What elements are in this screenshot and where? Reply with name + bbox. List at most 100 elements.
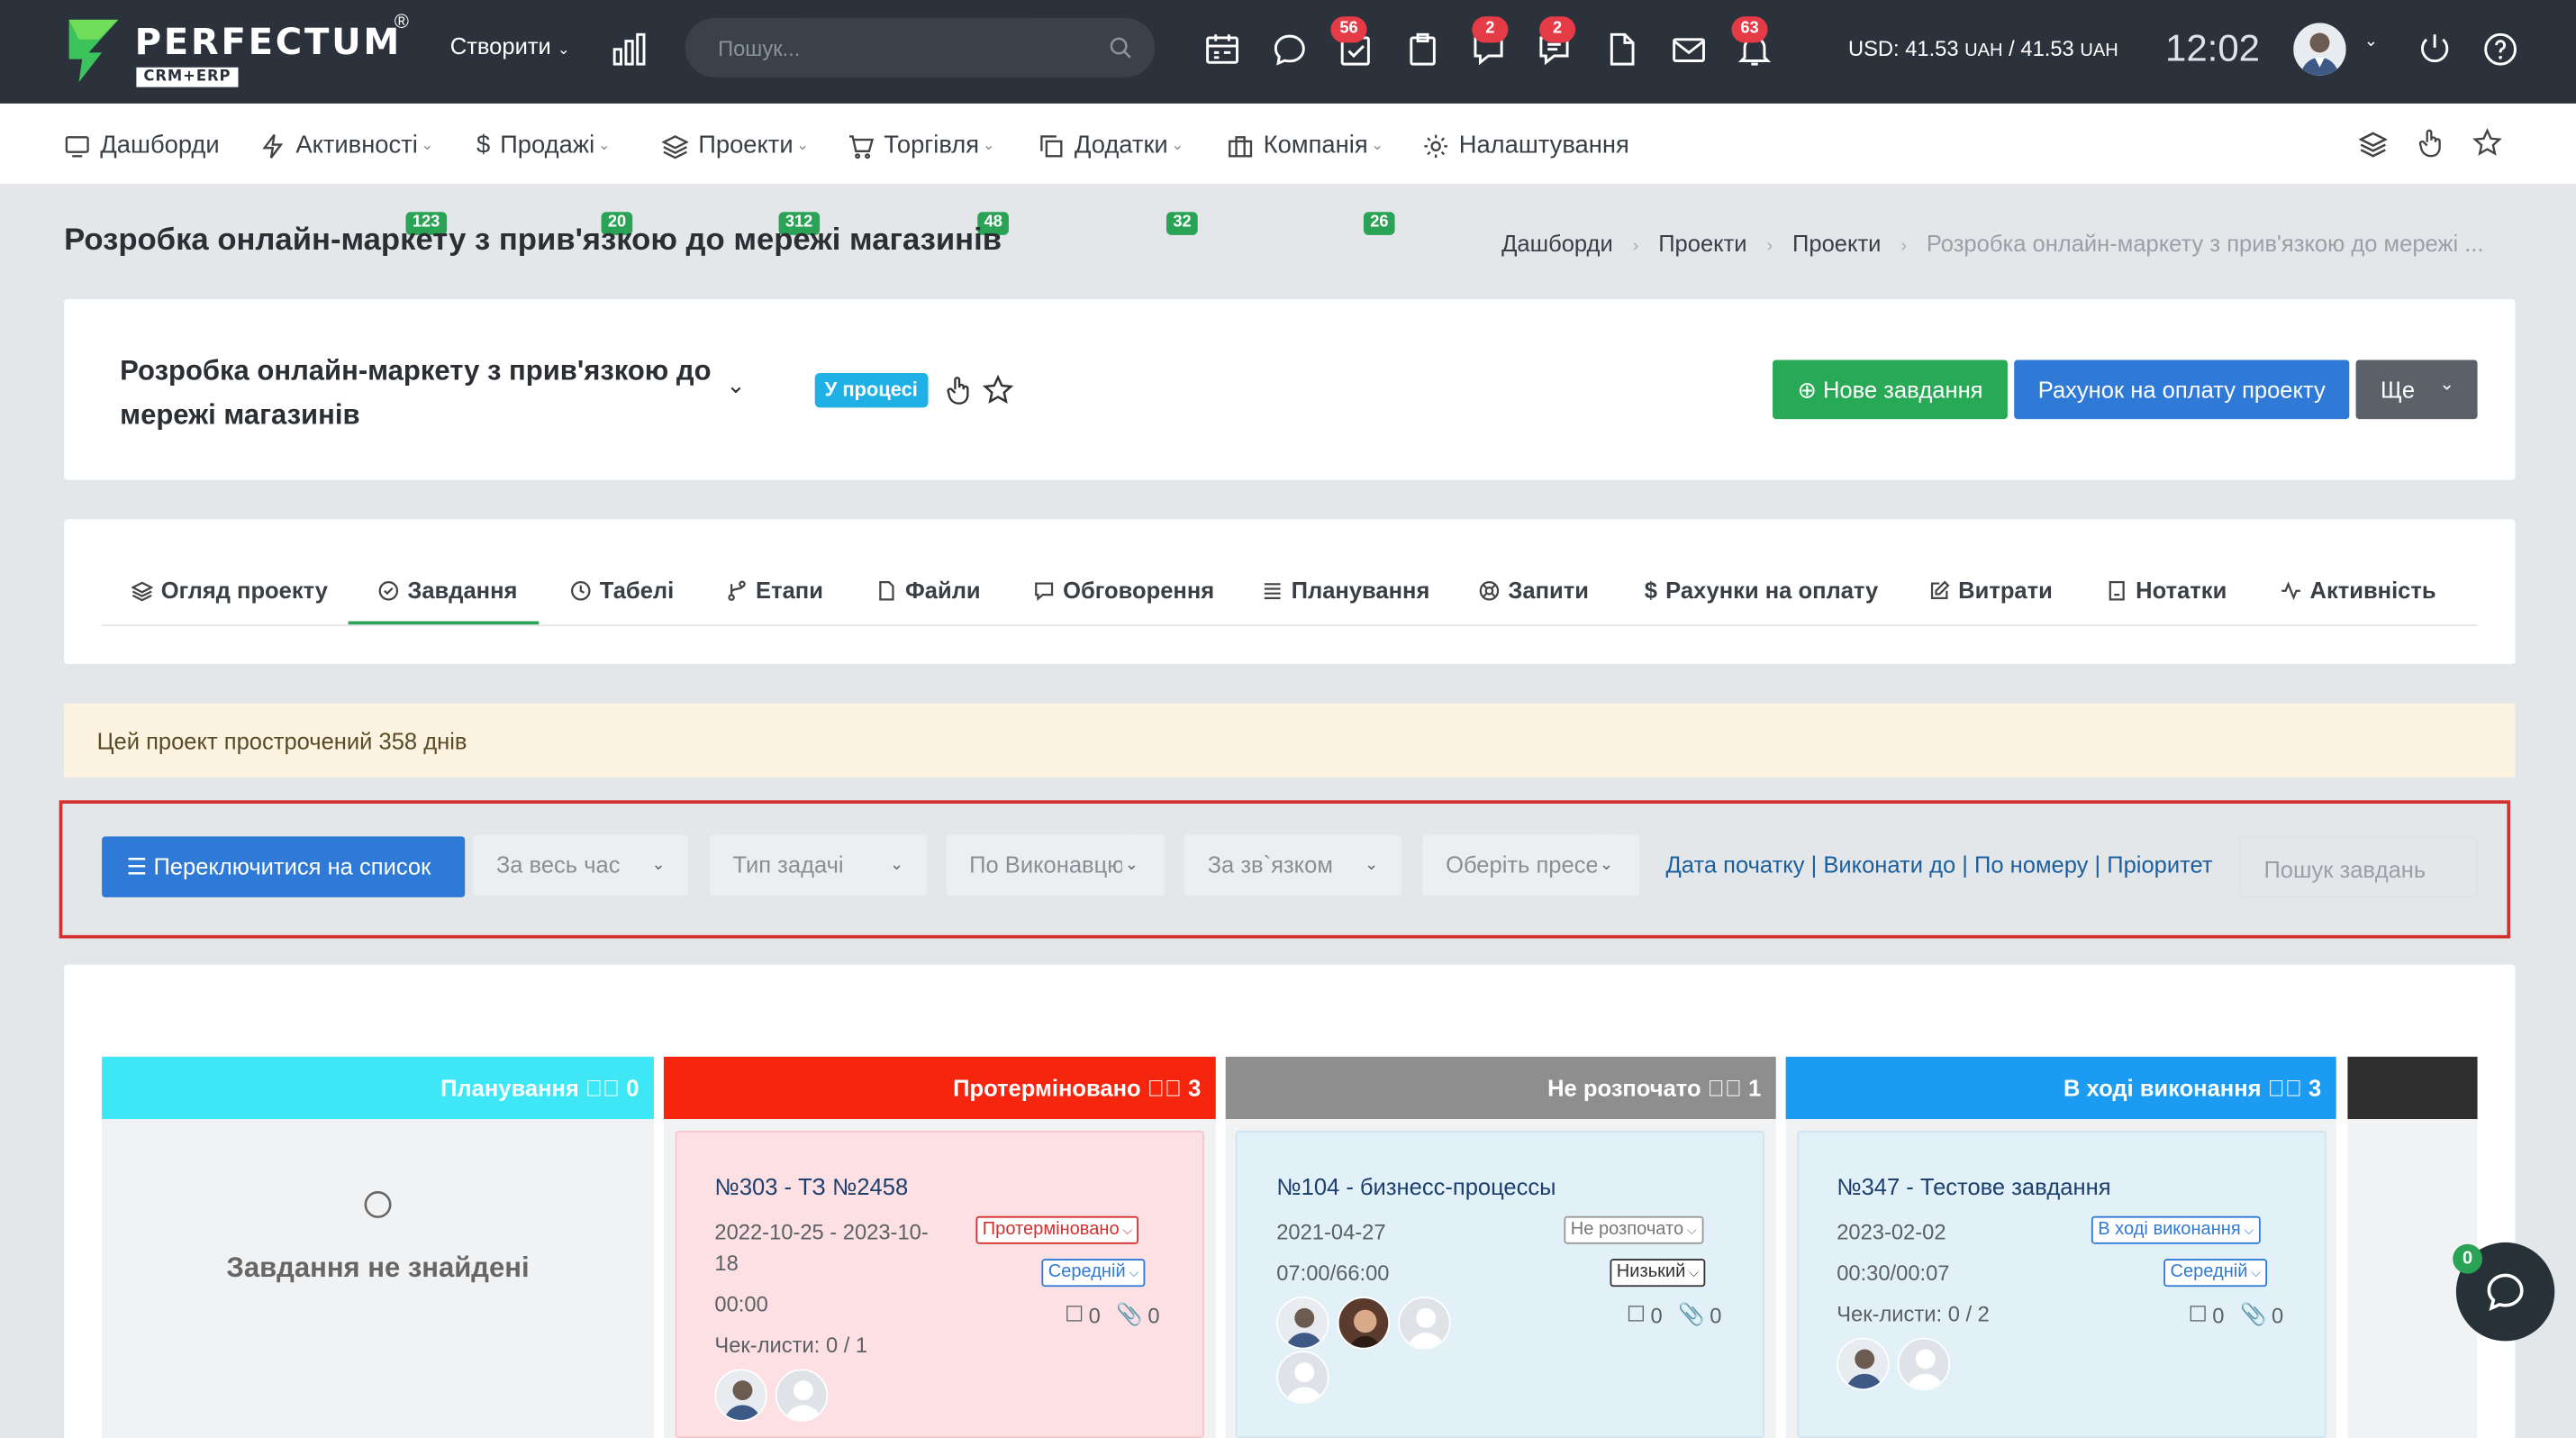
tab-milestones[interactable]: Етапи	[726, 577, 823, 603]
task-title[interactable]: №347 - Тестове завдання	[1837, 1173, 2110, 1199]
nav-addons[interactable]: Додатки ⌄	[1039, 132, 1184, 159]
layers-icon[interactable]	[2359, 130, 2388, 158]
assignee-avatar[interactable]	[1337, 1297, 1391, 1350]
chat-bubble-icon[interactable]	[1272, 32, 1308, 68]
tab-timesheets[interactable]: Табелі	[570, 577, 674, 603]
tab-label: Обговорення	[1063, 577, 1215, 604]
tab-invoices[interactable]: $ Рахунки на оплату	[1645, 577, 1878, 603]
task-status-chip[interactable]: Не розпочато ⌵	[1564, 1215, 1704, 1244]
nav-projects[interactable]: Проекти ⌄	[662, 132, 809, 159]
more-button[interactable]: Ще ⌄	[2355, 360, 2478, 420]
tab-tasks[interactable]: Завдання	[378, 577, 517, 603]
calendar-icon[interactable]	[1204, 32, 1240, 68]
sort-by-number[interactable]: По номеру	[1974, 851, 2088, 878]
new-task-button[interactable]: ⊕ Нове завдання	[1773, 360, 2008, 420]
breadcrumb-link[interactable]: Проекти	[1792, 230, 1881, 256]
layers-icon	[131, 580, 153, 601]
nav-badge-company: 26	[1363, 212, 1395, 235]
task-title[interactable]: №104 - бизнесс-процессы	[1276, 1173, 1556, 1199]
tab-notes[interactable]: Нотатки	[2106, 577, 2227, 603]
help-icon[interactable]	[2482, 32, 2518, 68]
user-avatar[interactable]	[2293, 23, 2346, 76]
assignee-avatar[interactable]	[714, 1369, 767, 1422]
comments-count: 0	[1088, 1302, 1101, 1327]
task-status-chip[interactable]: В ході виконання ⌵	[2091, 1215, 2261, 1244]
tab-requests[interactable]: Запити	[1479, 577, 1589, 603]
assignee-avatar[interactable]	[1837, 1337, 1890, 1391]
checklist-value: 0 / 2	[1947, 1301, 1990, 1326]
task-counters: ☐ 0 📎 0	[2189, 1302, 2284, 1328]
edit-icon	[1930, 579, 1950, 599]
project-invoice-button[interactable]: Рахунок на оплату проекту	[2014, 360, 2350, 420]
assignee-avatar[interactable]	[1276, 1351, 1329, 1404]
chevron-down-icon: ⌄	[651, 856, 666, 875]
task-counters: ☐ 0 📎 0	[1065, 1302, 1160, 1328]
assignee-avatar[interactable]	[1276, 1297, 1329, 1350]
nav-dashboards[interactable]: Дашборди	[64, 132, 220, 159]
sort-by-due-date[interactable]: Виконати до	[1823, 851, 1955, 878]
task-title[interactable]: №303 - ТЗ №2458	[714, 1173, 908, 1199]
user-menu-chevron-icon[interactable]: ⌄	[2364, 32, 2378, 50]
nav-settings[interactable]: Налаштування	[1423, 132, 1629, 159]
hand-pointer-icon[interactable]	[2417, 128, 2444, 158]
task-status-chip[interactable]: Протерміновано ⌵	[975, 1215, 1139, 1244]
global-search-input[interactable]: Пошук...	[685, 18, 1156, 77]
logo-icon[interactable]	[66, 16, 122, 86]
chevron-down-icon: ⌄	[2439, 374, 2455, 395]
assignee-avatar[interactable]	[1897, 1337, 1951, 1391]
preset-filter[interactable]: Оберіть пресет ⌄	[1422, 834, 1640, 896]
breadcrumb-link[interactable]: Дашборди	[1501, 230, 1613, 256]
task-search-input[interactable]: Пошук завдань	[2239, 836, 2478, 897]
lightning-icon	[262, 132, 284, 158]
currency-rate: USD: 41.53 UAH / 41.53 UAH	[1848, 36, 2118, 60]
tab-overview[interactable]: Огляд проекту	[131, 577, 328, 603]
search-icon[interactable]	[1109, 36, 1132, 59]
tab-planning[interactable]: Планування	[1262, 577, 1429, 603]
note-icon	[2109, 580, 2125, 600]
tab-activity[interactable]: Активність	[2281, 577, 2436, 603]
hand-pointer-icon[interactable]	[945, 375, 973, 406]
check-circle-icon: ✓⃝	[2267, 1074, 2302, 1102]
check-circle-icon	[378, 580, 399, 600]
task-checklist: Чек-листи: 0 / 2	[1837, 1298, 1990, 1330]
task-priority-chip[interactable]: Середній ⌵	[1041, 1259, 1146, 1288]
period-filter[interactable]: За весь час ⌄	[473, 834, 689, 896]
assignee-avatar[interactable]	[1398, 1297, 1451, 1350]
rate-separator: /	[2009, 36, 2015, 61]
mail-icon[interactable]	[1671, 32, 1707, 68]
switch-to-list-button[interactable]: ☰ Переключитися на список	[102, 836, 466, 897]
assignee-filter[interactable]: По Виконавцю ⌄	[946, 834, 1166, 896]
bar-chart-icon[interactable]	[612, 32, 648, 68]
create-menu[interactable]: Створити ⌄	[450, 32, 570, 59]
chevron-down-icon: ⌄	[796, 136, 810, 153]
relation-filter[interactable]: За зв`язком ⌄	[1184, 834, 1401, 896]
document-icon[interactable]	[1603, 32, 1639, 68]
breadcrumb-link[interactable]: Проекти	[1658, 230, 1746, 256]
task-type-filter[interactable]: Тип задачі ⌄	[709, 834, 927, 896]
sort-by-start-date[interactable]: Дата початку	[1666, 851, 1805, 878]
nav-sales[interactable]: $ Продажі ⌄	[476, 132, 611, 159]
task-priority-chip[interactable]: Низький ⌵	[1610, 1259, 1706, 1288]
empty-column-message: Завдання не знайдені	[226, 1251, 530, 1284]
chevron-down-icon: ⌄	[889, 856, 904, 875]
power-icon[interactable]	[2417, 32, 2453, 68]
project-status-badge: У процесі	[814, 373, 928, 408]
task-type-filter-value: Тип задачі	[732, 851, 844, 878]
tab-label: Витрати	[1958, 577, 2053, 604]
task-priority-chip[interactable]: Середній ⌵	[2163, 1259, 2268, 1288]
chevron-down-icon: ⌄	[597, 136, 611, 153]
star-icon[interactable]	[2472, 128, 2502, 158]
assignee-avatar[interactable]	[775, 1369, 829, 1422]
star-icon[interactable]	[982, 374, 1014, 406]
tab-files[interactable]: Файли	[875, 577, 981, 603]
nav-trade[interactable]: Торгівля ⌄	[848, 132, 994, 159]
tab-expenses[interactable]: Витрати	[1928, 577, 2053, 604]
sort-by-priority[interactable]: Пріоритет	[2107, 851, 2212, 878]
nav-label: Активності	[295, 131, 418, 159]
nav-company[interactable]: Компанія ⌄	[1228, 132, 1383, 159]
nav-activities[interactable]: Активності ⌄	[259, 132, 433, 159]
project-title-chevron-icon[interactable]: ⌄	[726, 371, 745, 399]
checklist-value: 0 / 1	[825, 1333, 868, 1358]
clipboard-icon[interactable]	[1405, 32, 1441, 68]
tab-discussions[interactable]: Обговорення	[1033, 577, 1214, 603]
